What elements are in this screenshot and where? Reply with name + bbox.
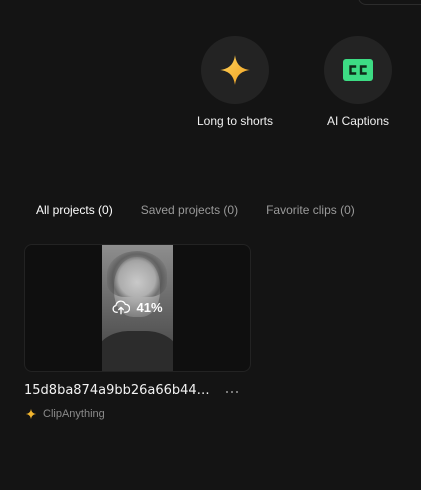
dot-icon [236,391,238,393]
tool-ai-captions-icon-wrap [324,36,392,104]
project-tabs: All projects (0) Saved projects (0) Favo… [24,196,371,224]
dot-icon [226,391,228,393]
upload-progress: 41% [102,299,173,315]
projects-page: Long to shorts AI Captions All projects … [0,0,421,490]
tool-long-to-shorts[interactable]: Long to shorts [170,36,300,128]
project-title[interactable]: 15d8ba874a9bb26a66b44… [24,383,216,398]
tool-ai-captions[interactable]: AI Captions [293,36,421,128]
tool-long-to-shorts-icon-wrap [201,36,269,104]
cloud-upload-icon [112,300,131,315]
dot-icon [231,391,233,393]
tab-all-projects[interactable]: All projects (0) [24,196,125,224]
project-card[interactable]: 41% [24,244,251,372]
upload-progress-text: 41% [136,299,163,315]
tool-long-to-shorts-label: Long to shorts [196,114,274,128]
video-thumbnail: 41% [102,245,173,371]
sparkle-icon [220,55,250,85]
tool-ai-captions-label: AI Captions [326,114,390,128]
tab-favorite-clips[interactable]: Favorite clips (0) [254,196,367,224]
tab-saved-projects[interactable]: Saved projects (0) [129,196,250,224]
project-source: ClipAnything [25,408,105,420]
sparkle-icon [25,408,37,420]
cc-icon [343,59,373,81]
more-options-button[interactable] [222,384,242,400]
top-dropdown-edge[interactable] [358,0,421,5]
project-source-label: ClipAnything [43,408,105,420]
